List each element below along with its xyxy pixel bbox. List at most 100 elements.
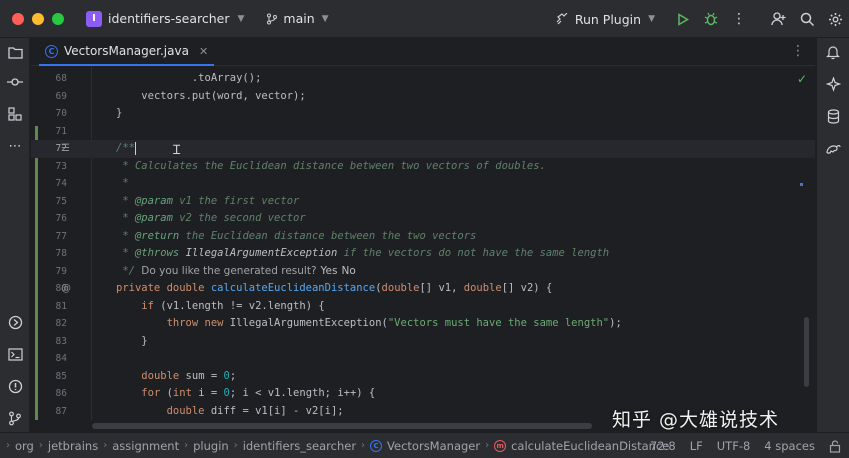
code-text: throw new IllegalArgumentException("Vect… — [166, 317, 622, 329]
database-tool-button[interactable] — [823, 106, 843, 126]
file-encoding[interactable]: UTF-8 — [717, 439, 751, 453]
close-icon[interactable]: ✕ — [199, 45, 208, 58]
code-text: /** — [116, 141, 136, 155]
line-number: 69 — [55, 90, 67, 102]
more-actions-button[interactable]: ⋮ — [725, 5, 753, 33]
error-stripe-mark[interactable] — [800, 183, 803, 186]
settings-button[interactable] — [821, 5, 849, 33]
breadcrumb: › org › jetbrains › assignment › plugin … — [6, 439, 669, 453]
commit-tool-button[interactable] — [5, 72, 25, 92]
search-button[interactable] — [793, 5, 821, 33]
add-user-button[interactable] — [765, 5, 793, 33]
more-vertical-icon: ⋮ — [732, 11, 746, 27]
java-class-icon: C — [45, 44, 58, 58]
run-configuration-selector[interactable]: Run Plugin ▼ — [556, 12, 655, 27]
run-button[interactable] — [669, 5, 697, 33]
plugin-icon — [556, 13, 568, 25]
breadcrumb-item[interactable]: VectorsManager — [387, 439, 480, 453]
terminal-tool-button[interactable] — [5, 344, 25, 364]
more-tools-button[interactable]: ⋯ — [5, 136, 25, 156]
add-user-icon — [771, 12, 786, 26]
method-icon: m — [494, 439, 507, 452]
line-number: 68 — [55, 73, 67, 84]
horizontal-scrollbar[interactable] — [92, 423, 592, 429]
line-number: 76 — [55, 213, 67, 224]
code-text: * Calculates the Euclidean distance betw… — [116, 159, 546, 172]
code-text: * @throws IllegalArgumentException if th… — [116, 247, 610, 259]
text-caret — [134, 141, 136, 155]
debug-button[interactable] — [697, 5, 725, 33]
folder-icon — [7, 46, 23, 59]
line-number: 71 — [55, 125, 67, 137]
gradle-icon — [826, 144, 841, 154]
code-line: 76 * @param v2 the second vector — [31, 210, 815, 228]
code-line: 85 double sum = 0; — [31, 368, 815, 386]
breadcrumb-item[interactable]: assignment — [112, 439, 179, 453]
ai-assistant-icon — [825, 76, 841, 92]
git-tool-button[interactable] — [5, 408, 25, 428]
ai-assistant-tool-button[interactable] — [823, 74, 843, 94]
notifications-tool-button[interactable] — [823, 42, 843, 62]
feedback-no-link[interactable]: No — [341, 265, 355, 277]
line-number: 79 — [55, 265, 67, 277]
breadcrumb-item[interactable]: org — [15, 439, 34, 453]
doc-render-toggle-icon[interactable]: ☰ — [61, 140, 70, 158]
services-tool-button[interactable] — [5, 312, 25, 332]
notifications-icon — [826, 45, 840, 59]
commit-icon — [7, 78, 23, 86]
chevron-right-icon: › — [361, 440, 366, 451]
project-tool-button[interactable] — [5, 42, 25, 62]
code-line: 79 */ Do you like the generated result? Y… — [31, 263, 815, 281]
code-line: 68 .toArray(); — [31, 70, 815, 88]
database-icon — [827, 108, 839, 124]
structure-icon — [8, 107, 22, 121]
right-tool-window-bar — [816, 38, 849, 432]
code-text: double diff = v1[i] - v2[i]; — [166, 404, 344, 417]
editor-tab-bar: C VectorsManager.java ✕ ⋮ — [31, 38, 815, 66]
code-text: double sum = 0; — [141, 369, 237, 382]
tab-vectors-manager[interactable]: C VectorsManager.java ✕ — [39, 38, 215, 66]
file-lock-icon[interactable] — [829, 439, 841, 453]
java-class-icon: C — [370, 439, 383, 452]
code-line: 73 * Calculates the Euclidean distance b… — [31, 158, 815, 176]
left-tool-window-bar: ⋯ — [0, 38, 30, 432]
vertical-scrollbar[interactable] — [804, 317, 809, 387]
code-line: 71 — [31, 123, 815, 141]
code-line: 75 * @param v1 the first vector — [31, 193, 815, 211]
line-number: 86 — [55, 388, 67, 399]
breadcrumb-item[interactable]: jetbrains — [48, 439, 98, 453]
code-line: 74 * — [31, 175, 815, 193]
code-text: * @param v1 the first vector — [116, 194, 300, 207]
line-number: 74 — [55, 178, 67, 189]
line-number: 78 — [55, 248, 67, 259]
project-selector[interactable]: I identifiers-searcher ▼ — [86, 10, 244, 27]
code-text: * — [116, 177, 129, 189]
caret-position[interactable]: 72:8 — [650, 439, 676, 453]
ai-feedback-prompt: Do you like the generated result? Yes No — [141, 265, 355, 277]
implementation-marker-icon[interactable]: @ — [61, 280, 71, 298]
chevron-right-icon: › — [485, 440, 490, 451]
code-editor[interactable]: 68 .toArray(); 69 vectors.put(word, vect… — [31, 67, 815, 420]
title-bar: I identifiers-searcher ▼ main ▼ Run Plug… — [0, 0, 849, 38]
line-number: 73 — [55, 160, 67, 172]
branch-selector[interactable]: main ▼ — [266, 11, 329, 26]
feedback-yes-link[interactable]: Yes — [321, 265, 338, 277]
code-line: 80 @ private double calculateEuclideanDi… — [31, 280, 815, 298]
close-window-button[interactable] — [12, 12, 24, 25]
structure-tool-button[interactable] — [5, 104, 25, 124]
maximize-window-button[interactable] — [52, 12, 64, 25]
line-separator[interactable]: LF — [690, 439, 703, 453]
code-line: 81 if (v1.length != v2.length) { — [31, 298, 815, 316]
more-vertical-icon[interactable]: ⋮ — [791, 43, 805, 59]
problems-tool-button[interactable] — [5, 376, 25, 396]
no-problems-check-icon[interactable]: ✓ — [797, 72, 807, 86]
breadcrumb-item[interactable]: identifiers_searcher — [243, 439, 356, 453]
gradle-tool-button[interactable] — [823, 138, 843, 158]
project-name: identifiers-searcher — [108, 11, 230, 26]
mouse-ibeam-cursor-icon: Ɪ — [173, 143, 181, 158]
breadcrumb-item[interactable]: plugin — [193, 439, 229, 453]
code-text: * @return the Euclidean distance between… — [116, 229, 477, 242]
minimize-window-button[interactable] — [32, 12, 44, 25]
breadcrumb-item[interactable]: calculateEuclideanDistance — [511, 439, 669, 453]
indent-setting[interactable]: 4 spaces — [764, 439, 815, 453]
